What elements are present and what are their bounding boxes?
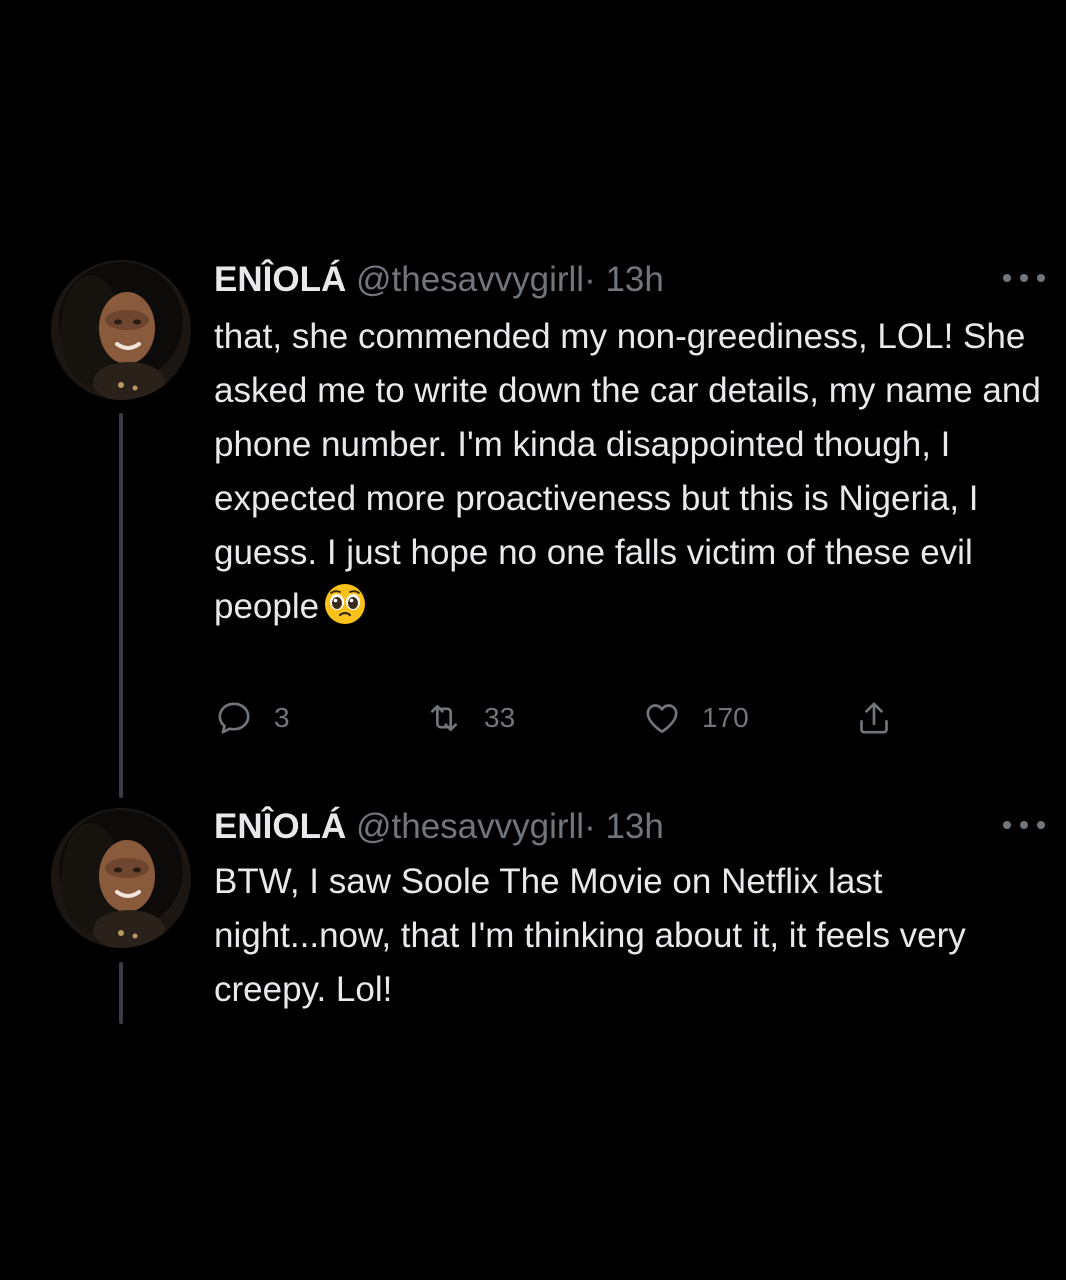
avatar-image [51,260,191,400]
user-handle[interactable]: @thesavvygirll [356,260,584,299]
more-icon[interactable] [1003,819,1045,831]
more-dot [1037,274,1045,282]
action-bar: 3 33 170 [214,696,914,740]
more-dot [1003,821,1011,829]
more-dot [1020,821,1028,829]
avatar[interactable] [51,260,191,400]
share-icon [860,702,888,734]
pleading-face-icon [325,584,366,624]
retweet-button[interactable]: 33 [424,696,515,740]
separator-dot: · [584,807,596,846]
user-handle[interactable]: @thesavvygirll [356,807,584,846]
more-dot [1037,821,1045,829]
more-icon[interactable] [1003,272,1045,284]
display-name[interactable]: ENÎOLÁ [214,807,346,846]
tweet-text: that, she commended my non-greediness, L… [214,310,1044,634]
tweet-text-content: that, she commended my non-greediness, L… [214,317,1041,626]
retweet-icon [431,705,457,731]
retweet-count: 33 [484,702,516,733]
pleading-face-emoji [323,582,367,626]
more-dot [1020,274,1028,282]
timestamp[interactable]: 13h [605,260,663,299]
reply-count: 3 [274,702,290,733]
display-name[interactable]: ENÎOLÁ [214,260,346,299]
tweet-header: ENÎOLÁ @thesavvygirll· 13h [214,805,664,849]
thread-line [119,413,123,798]
avatar-image [51,808,191,948]
tweet-text-content: BTW, I saw Soole The Movie on Netflix la… [214,862,966,1009]
timestamp[interactable]: 13h [605,807,663,846]
like-icon [646,704,678,733]
like-button[interactable]: 170 [642,696,749,740]
tweet-text: BTW, I saw Soole The Movie on Netflix la… [214,855,1044,1017]
thread-line [119,962,123,1024]
avatar[interactable] [51,808,191,948]
more-dot [1003,274,1011,282]
separator-dot: · [584,260,596,299]
tweet-header: ENÎOLÁ @thesavvygirll· 13h [214,258,664,302]
reply-button[interactable]: 3 [214,696,290,740]
share-button[interactable] [854,696,894,740]
reply-icon [218,702,250,734]
like-count: 170 [702,702,749,733]
